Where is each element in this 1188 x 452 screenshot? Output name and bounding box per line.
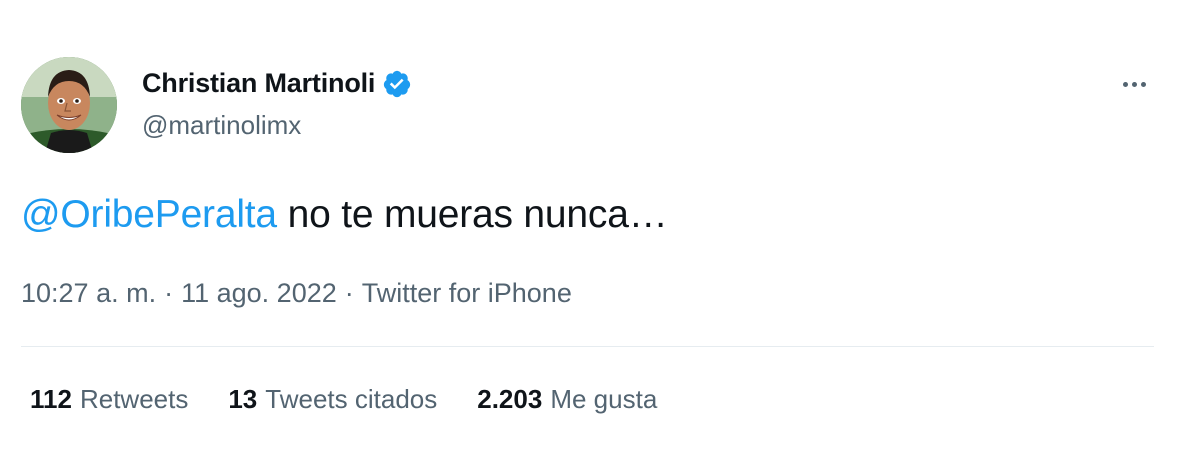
profile-photo — [21, 57, 117, 153]
mention-link[interactable]: @OribePeralta — [21, 193, 277, 236]
more-dot — [1131, 81, 1137, 87]
retweets-stat[interactable]: 112 Retweets — [30, 384, 188, 415]
more-options-button[interactable] — [1116, 72, 1152, 96]
verified-badge-icon — [384, 70, 411, 97]
meta-separator: · — [344, 278, 354, 308]
avatar[interactable] — [21, 57, 117, 153]
tweet-text: @OribePeralta no te mueras nunca… — [21, 193, 668, 237]
meta-separator: · — [164, 278, 174, 308]
tweet-source[interactable]: Twitter for iPhone — [362, 278, 572, 309]
quote-tweets-stat[interactable]: 13 Tweets citados — [228, 384, 437, 415]
divider — [21, 346, 1154, 347]
retweets-label: Retweets — [79, 384, 189, 414]
tweet-meta: 10:27 a. m. · 11 ago. 2022 · Twitter for… — [21, 278, 572, 309]
tweet-body: no te mueras nunca… — [276, 193, 668, 236]
tweet-stats: 112 Retweets 13 Tweets citados 2.203 Me … — [30, 384, 657, 415]
tweet-time[interactable]: 10:27 a. m. — [21, 278, 156, 309]
more-dot — [1140, 81, 1146, 87]
quote-tweets-count: 13 — [228, 384, 258, 414]
author-display-name[interactable]: Christian Martinoli — [142, 68, 375, 99]
likes-label: Me gusta — [550, 384, 658, 414]
tweet-card: Christian Martinoli @martinolimx @OribeP… — [0, 0, 1188, 452]
likes-stat[interactable]: 2.203 Me gusta — [477, 384, 657, 415]
more-dots-icon — [1122, 81, 1128, 87]
likes-count: 2.203 — [477, 384, 543, 414]
quote-tweets-label: Tweets citados — [265, 384, 438, 414]
author-name-row: Christian Martinoli — [142, 68, 412, 99]
retweets-count: 112 — [30, 384, 72, 414]
tweet-date[interactable]: 11 ago. 2022 — [181, 278, 337, 309]
author-handle[interactable]: @martinolimx — [142, 110, 301, 141]
